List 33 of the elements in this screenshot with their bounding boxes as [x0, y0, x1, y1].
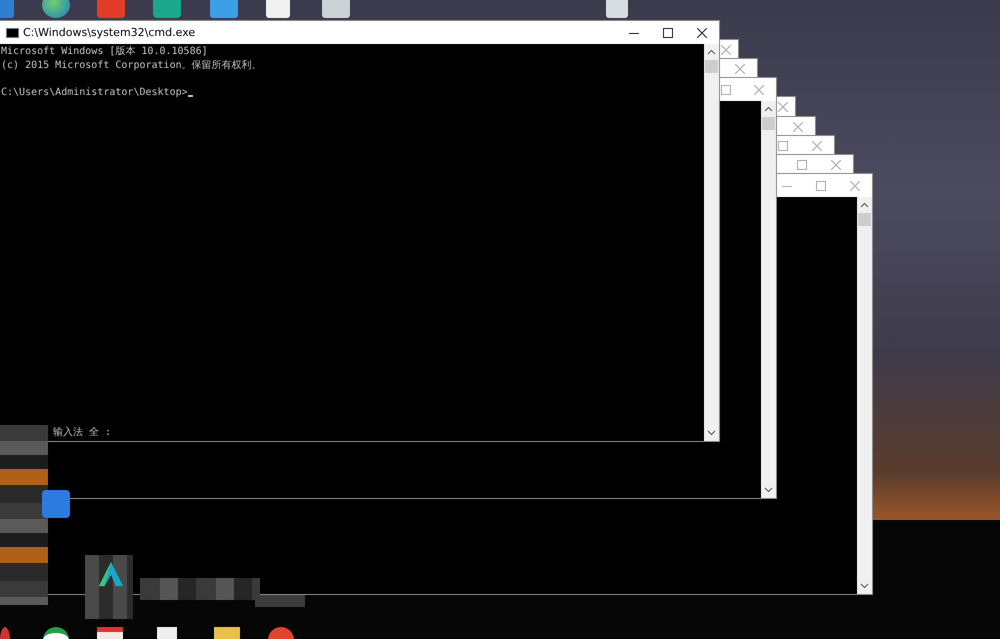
input-method-status: 输入法 全 : [52, 426, 112, 439]
close-icon [735, 64, 745, 74]
close-icon [778, 102, 788, 112]
scrollbar-thumb[interactable] [858, 213, 871, 226]
console-line: Microsoft Windows [版本 10.0.10586] [1, 45, 208, 58]
maximize-icon [663, 28, 673, 38]
close-icon [831, 160, 841, 170]
chevron-down-icon [764, 487, 773, 493]
scrollbar-thumb[interactable] [762, 117, 775, 130]
chevron-up-icon [707, 49, 716, 55]
pixelated-area [85, 555, 133, 619]
chevron-down-icon [860, 583, 869, 589]
scrollbar[interactable] [857, 197, 872, 594]
scrollbar[interactable] [761, 101, 776, 498]
window-title: C:\Windows\system32\cmd.exe [23, 26, 196, 39]
close-icon [754, 84, 764, 94]
close-icon [812, 140, 822, 150]
triangle-logo-icon[interactable] [97, 560, 125, 588]
console-line: (c) 2015 Microsoft Corporation。保留所有权利。 [1, 58, 262, 72]
scrollbar-thumb[interactable] [705, 60, 718, 73]
maximize-icon [816, 180, 826, 190]
chevron-up-icon [860, 202, 869, 208]
chevron-up-icon [764, 106, 773, 112]
close-icon [793, 122, 803, 132]
close-icon [850, 180, 860, 190]
close-icon [721, 44, 731, 54]
chevron-down-icon [707, 430, 716, 436]
console-icon [6, 28, 19, 38]
close-icon [697, 28, 707, 38]
maximize-icon [721, 84, 731, 94]
scrollbar[interactable] [704, 44, 719, 441]
text-cursor [188, 95, 193, 97]
command-prompt: C:\Users\Administrator\Desktop> [1, 86, 188, 99]
